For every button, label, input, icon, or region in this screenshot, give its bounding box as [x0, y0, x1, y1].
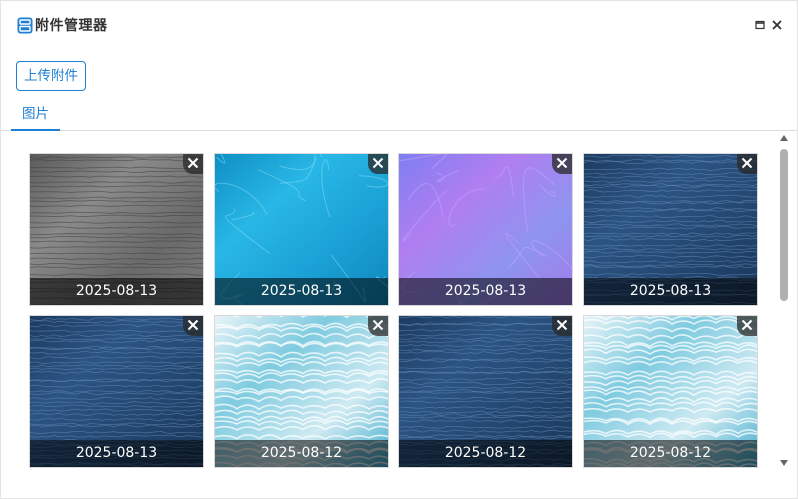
image-grid: 2025-08-13 2025-08-13 2025-08-13 2025-08-13… — [29, 153, 759, 469]
scroll-down-arrow-icon[interactable] — [780, 460, 788, 466]
image-date-label: 2025-08-13 — [30, 278, 203, 305]
close-icon — [187, 319, 199, 331]
image-card[interactable]: 2025-08-13 — [398, 153, 573, 306]
image-card[interactable]: 2025-08-13 — [583, 153, 758, 306]
close-icon — [741, 319, 753, 331]
tab-images[interactable]: 图片 — [11, 101, 60, 131]
title-bar: 附件管理器 — [1, 1, 797, 49]
image-card[interactable]: 2025-08-12 — [214, 315, 389, 468]
image-card[interactable]: 2025-08-13 — [29, 153, 204, 306]
delete-image-button[interactable] — [552, 154, 572, 174]
close-icon — [372, 157, 384, 169]
upload-attachment-button[interactable]: 上传附件 — [16, 61, 86, 91]
close-icon — [741, 157, 753, 169]
close-icon[interactable] — [770, 18, 784, 32]
maximize-icon[interactable] — [753, 18, 767, 32]
delete-image-button[interactable] — [368, 316, 388, 336]
scroll-up-arrow-icon[interactable] — [780, 135, 788, 141]
image-date-label: 2025-08-13 — [399, 278, 572, 305]
image-card[interactable]: 2025-08-13 — [214, 153, 389, 306]
image-card[interactable]: 2025-08-12 — [583, 315, 758, 468]
image-date-label: 2025-08-13 — [30, 440, 203, 467]
vertical-scrollbar[interactable] — [778, 133, 791, 471]
attachment-manager-window: 附件管理器 上传附件 图片 2025-08-13 2025-08-13 2025-0… — [0, 0, 798, 499]
image-card[interactable]: 2025-08-13 — [29, 315, 204, 468]
close-icon — [187, 157, 199, 169]
image-date-label: 2025-08-12 — [399, 440, 572, 467]
image-card[interactable]: 2025-08-12 — [398, 315, 573, 468]
delete-image-button[interactable] — [183, 154, 203, 174]
close-icon — [556, 319, 568, 331]
delete-image-button[interactable] — [368, 154, 388, 174]
delete-image-button[interactable] — [552, 316, 572, 336]
delete-image-button[interactable] — [737, 316, 757, 336]
attachment-manager-icon — [17, 17, 33, 34]
close-icon — [372, 319, 384, 331]
image-date-label: 2025-08-13 — [215, 278, 388, 305]
image-date-label: 2025-08-12 — [215, 440, 388, 467]
window-title: 附件管理器 — [35, 18, 108, 34]
delete-image-button[interactable] — [183, 316, 203, 336]
image-date-label: 2025-08-12 — [584, 440, 757, 467]
image-date-label: 2025-08-13 — [584, 278, 757, 305]
close-icon — [556, 157, 568, 169]
scrollbar-thumb[interactable] — [780, 149, 788, 301]
delete-image-button[interactable] — [737, 154, 757, 174]
tab-bar: 图片 — [1, 101, 797, 131]
